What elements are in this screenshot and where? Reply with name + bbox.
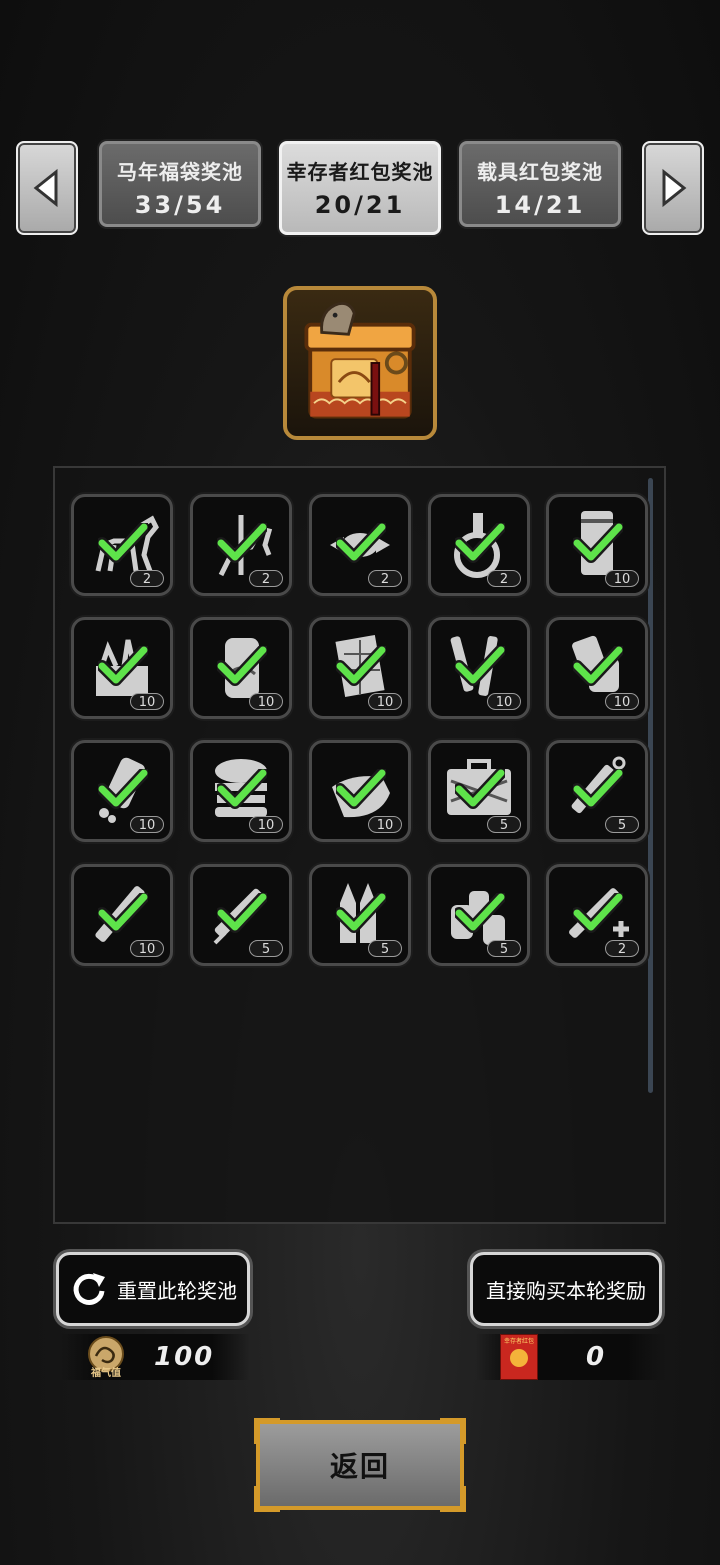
arrow-left-icon bbox=[33, 168, 58, 208]
checkmark-icon bbox=[573, 893, 623, 933]
quantity-badge: 10 bbox=[249, 816, 283, 833]
checkmark-icon bbox=[455, 769, 505, 809]
checkmark-icon bbox=[336, 893, 386, 933]
reward-slot[interactable]: 2 bbox=[428, 494, 530, 596]
tab-name: 马年福袋奖池 bbox=[117, 160, 243, 184]
checkmark-icon bbox=[455, 646, 505, 686]
tab-name: 幸存者红包奖池 bbox=[286, 160, 434, 184]
reward-slot[interactable]: 10 bbox=[190, 740, 292, 842]
reset-pool-button[interactable]: 重置此轮奖池 bbox=[56, 1252, 250, 1326]
tab-survivor-pool[interactable]: 幸存者红包奖池 20/21 bbox=[279, 141, 441, 235]
grid-scrollbar[interactable] bbox=[648, 478, 653, 1093]
buy-round-rewards-label: 直接购买本轮奖励 bbox=[486, 1278, 646, 1303]
quantity-badge: 10 bbox=[368, 816, 402, 833]
frame-corner bbox=[440, 1486, 466, 1512]
reward-slot[interactable]: 2 bbox=[546, 864, 648, 966]
tab-vehicle-pool[interactable]: 载具红包奖池 14/21 bbox=[459, 141, 621, 227]
fortune-emblem: 福气值 bbox=[84, 1334, 128, 1380]
reward-slot[interactable]: 10 bbox=[546, 617, 648, 719]
refresh-icon bbox=[73, 1273, 105, 1305]
reward-slot[interactable]: 10 bbox=[190, 617, 292, 719]
fortune-currency: 福气值 100 bbox=[60, 1334, 250, 1380]
checkmark-icon bbox=[455, 893, 505, 933]
tab-count: 14/21 bbox=[494, 191, 586, 219]
reward-slot[interactable]: 5 bbox=[309, 864, 411, 966]
quantity-badge: 2 bbox=[487, 570, 521, 587]
grand-prize-chest[interactable] bbox=[283, 286, 437, 440]
quantity-badge: 10 bbox=[605, 570, 639, 587]
reward-slot[interactable]: 5 bbox=[190, 864, 292, 966]
reward-slot[interactable]: 10 bbox=[309, 617, 411, 719]
redpacket-label: 幸存者红包 bbox=[503, 1338, 534, 1345]
tab-count: 33/54 bbox=[134, 191, 226, 219]
checkmark-icon bbox=[573, 769, 623, 809]
red-packet-seal bbox=[510, 1349, 528, 1367]
checkmark-icon bbox=[98, 893, 148, 933]
quantity-badge: 10 bbox=[130, 816, 164, 833]
red-packet-icon: 幸存者红包 bbox=[500, 1334, 538, 1380]
checkmark-icon bbox=[217, 523, 267, 563]
quantity-badge: 10 bbox=[487, 693, 521, 710]
quantity-badge: 5 bbox=[487, 940, 521, 957]
fortune-label: 福气值 bbox=[91, 1368, 121, 1379]
reward-slot[interactable]: 10 bbox=[71, 617, 173, 719]
checkmark-icon bbox=[98, 769, 148, 809]
reward-slot[interactable]: 5 bbox=[428, 864, 530, 966]
quantity-badge: 10 bbox=[368, 693, 402, 710]
reward-slot[interactable]: 2 bbox=[309, 494, 411, 596]
reward-slot[interactable]: 10 bbox=[71, 740, 173, 842]
checkmark-icon bbox=[217, 646, 267, 686]
next-pool-button[interactable] bbox=[642, 141, 704, 235]
quantity-badge: 5 bbox=[368, 940, 402, 957]
arrow-right-icon bbox=[662, 168, 687, 208]
reward-slot[interactable]: 10 bbox=[546, 494, 648, 596]
quantity-badge: 10 bbox=[130, 693, 164, 710]
tab-name: 载具红包奖池 bbox=[477, 160, 603, 184]
quantity-badge: 10 bbox=[249, 693, 283, 710]
reward-slot[interactable]: 10 bbox=[428, 617, 530, 719]
quantity-badge: 10 bbox=[605, 693, 639, 710]
quantity-badge: 2 bbox=[249, 570, 283, 587]
reward-slot[interactable]: 5 bbox=[546, 740, 648, 842]
frame-corner bbox=[440, 1418, 466, 1444]
prev-pool-button[interactable] bbox=[16, 141, 78, 235]
quantity-badge: 2 bbox=[130, 570, 164, 587]
redpacket-currency: 幸存者红包 0 bbox=[476, 1334, 666, 1380]
reward-slot[interactable]: 10 bbox=[71, 864, 173, 966]
chest-icon bbox=[304, 301, 416, 419]
tab-horse-year-pool[interactable]: 马年福袋奖池 33/54 bbox=[99, 141, 261, 227]
quantity-badge: 2 bbox=[605, 940, 639, 957]
quantity-badge: 5 bbox=[605, 816, 639, 833]
back-button[interactable]: 返回 bbox=[254, 1418, 466, 1512]
fortune-value: 100 bbox=[154, 1342, 215, 1372]
checkmark-icon bbox=[336, 769, 386, 809]
checkmark-icon bbox=[336, 523, 386, 563]
checkmark-icon bbox=[455, 523, 505, 563]
quantity-badge: 10 bbox=[130, 940, 164, 957]
reward-slot[interactable]: 2 bbox=[190, 494, 292, 596]
reward-slot[interactable]: 10 bbox=[309, 740, 411, 842]
reward-slot[interactable]: 5 bbox=[428, 740, 530, 842]
quantity-badge: 2 bbox=[368, 570, 402, 587]
checkmark-icon bbox=[573, 523, 623, 563]
quantity-badge: 5 bbox=[487, 816, 521, 833]
back-label: 返回 bbox=[329, 1450, 390, 1483]
checkmark-icon bbox=[217, 893, 267, 933]
checkmark-icon bbox=[98, 523, 148, 563]
reward-pool-screen: 马年福袋奖池 33/54 幸存者红包奖池 20/21 载具红包奖池 14/21 bbox=[0, 0, 720, 1565]
checkmark-icon bbox=[336, 646, 386, 686]
tab-count: 20/21 bbox=[314, 191, 406, 219]
redpacket-value: 0 bbox=[586, 1342, 607, 1372]
buy-round-rewards-button[interactable]: 直接购买本轮奖励 bbox=[470, 1252, 662, 1326]
checkmark-icon bbox=[217, 769, 267, 809]
checkmark-icon bbox=[573, 646, 623, 686]
checkmark-icon bbox=[98, 646, 148, 686]
reset-pool-label: 重置此轮奖池 bbox=[117, 1278, 237, 1303]
frame-corner bbox=[254, 1486, 280, 1512]
frame-corner bbox=[254, 1418, 280, 1444]
quantity-badge: 5 bbox=[249, 940, 283, 957]
reward-slot[interactable]: 2 bbox=[71, 494, 173, 596]
